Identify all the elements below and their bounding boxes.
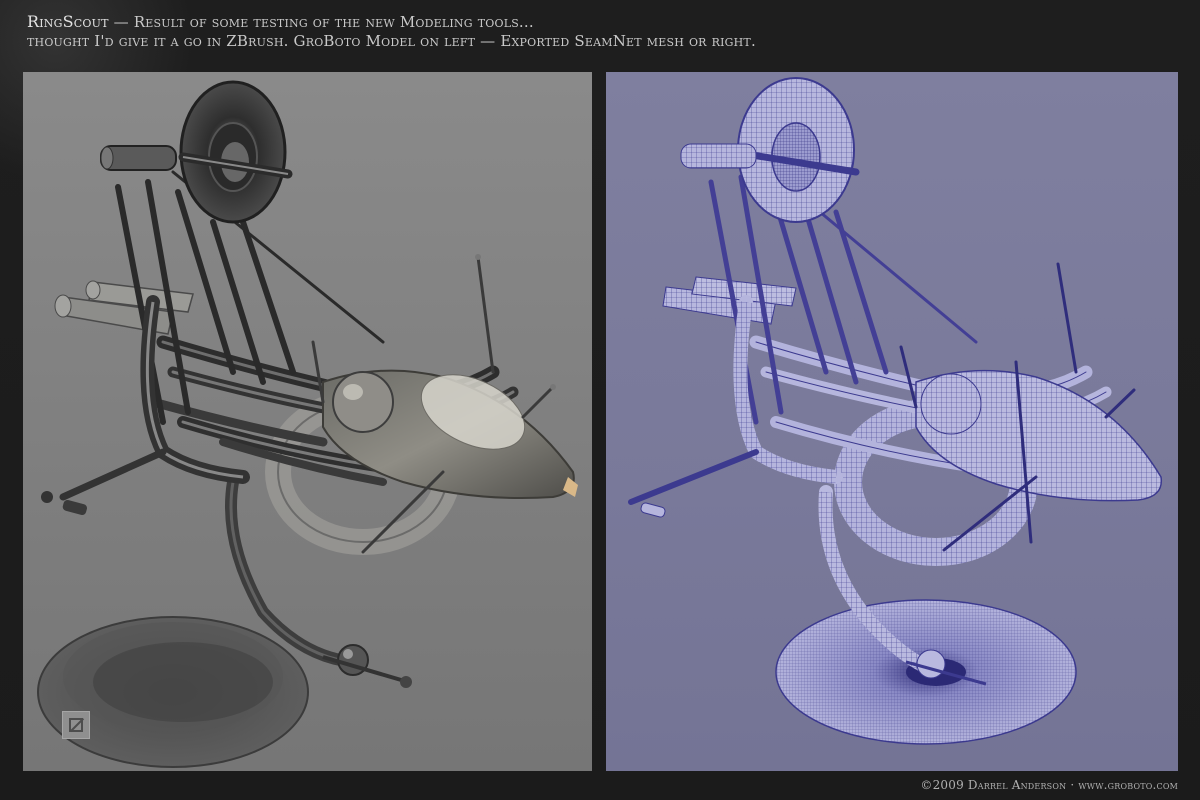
base-shadow	[93, 642, 273, 722]
shaded-model-illustration	[37, 80, 578, 768]
mesh-model-illustration	[628, 77, 1163, 745]
groboto-logo-icon	[62, 711, 90, 739]
landing-strut	[59, 448, 167, 501]
groboto-model-render	[23, 72, 592, 771]
copyright-footer: ©2009 Darrel Anderson · www.groboto.com	[920, 778, 1178, 792]
page: RingScout — Result of some testing of th…	[0, 0, 1200, 800]
caption-title: RingScout	[27, 12, 109, 31]
caption-line-1: RingScout — Result of some testing of th…	[27, 12, 756, 32]
seamnet-mesh-render	[606, 72, 1178, 771]
caption-line-1-text: — Result of some testing of the new Mode…	[108, 13, 534, 31]
caption: RingScout — Result of some testing of th…	[27, 12, 756, 51]
caption-line-2: thought I'd give it a go in ZBrush. GroB…	[27, 32, 756, 50]
